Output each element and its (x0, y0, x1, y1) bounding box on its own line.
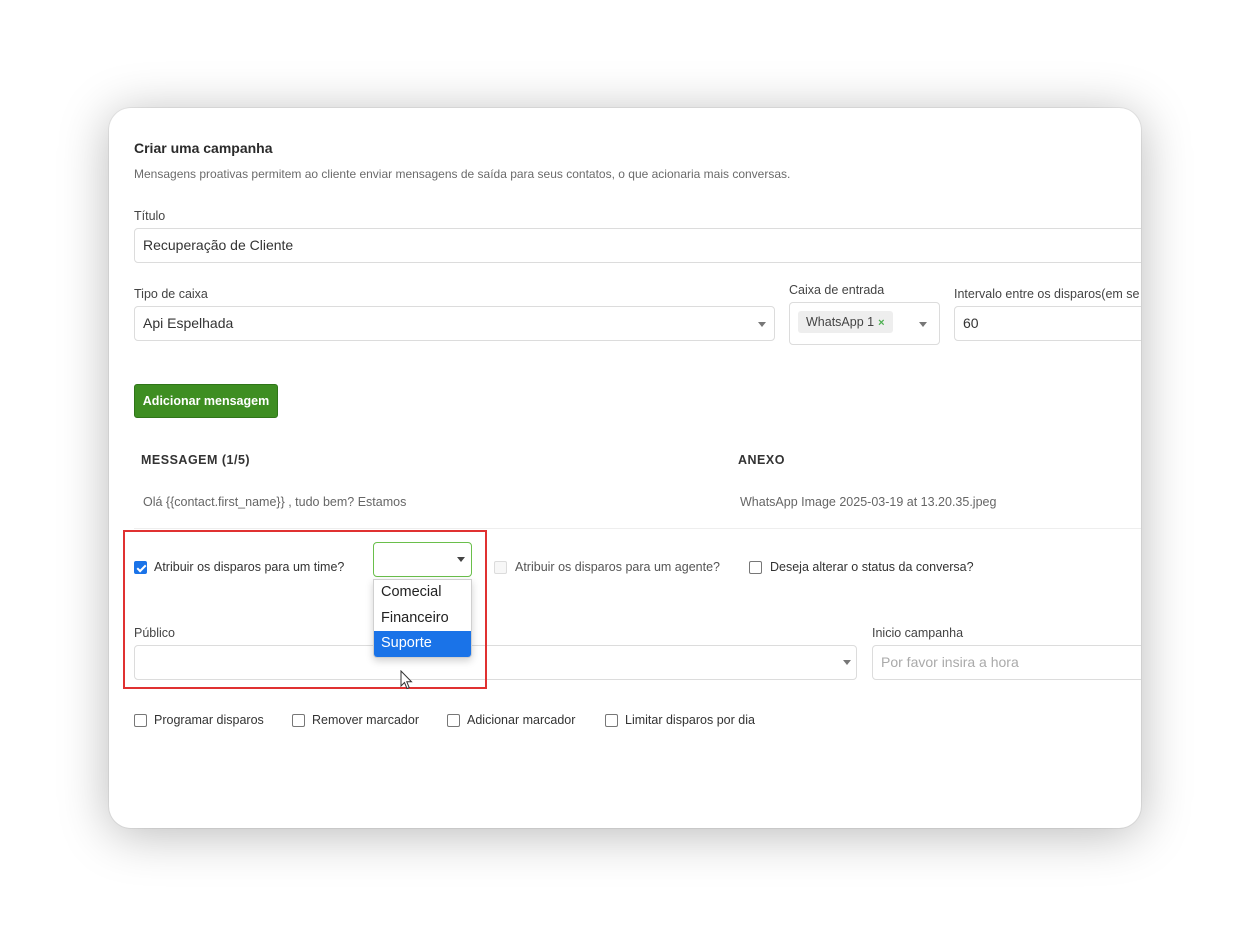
title-label: Título (134, 209, 166, 223)
team-dropdown: Comecial Financeiro Suporte (373, 579, 472, 658)
team-option-financeiro[interactable]: Financeiro (374, 606, 471, 632)
inbox-chip-label: WhatsApp 1 (806, 315, 875, 329)
change-status-checkbox[interactable] (749, 561, 762, 574)
assign-team-label: Atribuir os disparos para um time? (154, 560, 345, 574)
page-subtitle: Mensagens proativas permitem ao cliente … (134, 167, 791, 181)
chevron-down-icon (457, 557, 465, 562)
daily-limit-label: Limitar disparos por dia (625, 713, 755, 727)
schedule-checkbox[interactable] (134, 714, 147, 727)
team-option-comecial[interactable]: Comecial (374, 580, 471, 606)
message-column-header: MESSAGEM (1/5) (141, 453, 251, 467)
attachment-column-header: ANEXO (738, 453, 785, 467)
message-cell: Olá {{contact.first_name}} , tudo bem? E… (143, 495, 407, 509)
inbox-multiselect[interactable]: WhatsApp 1 × (789, 302, 940, 345)
campaign-modal: Criar uma campanha Mensagens proativas p… (109, 108, 1141, 828)
audience-label: Público (134, 626, 175, 640)
inbox-type-label: Tipo de caixa (134, 287, 208, 301)
audience-select[interactable] (134, 645, 857, 680)
page-title: Criar uma campanha (134, 140, 273, 156)
divider (134, 528, 1141, 529)
mouse-cursor-icon (400, 670, 413, 690)
remove-tag-checkbox[interactable] (292, 714, 305, 727)
title-input[interactable]: Recuperação de Cliente (134, 228, 1141, 263)
interval-input[interactable]: 60 (954, 306, 1141, 341)
chevron-down-icon (919, 322, 927, 327)
assign-agent-checkbox[interactable] (494, 561, 507, 574)
add-tag-checkbox[interactable] (447, 714, 460, 727)
inbox-type-value: Api Espelhada (143, 315, 234, 331)
add-message-button[interactable]: Adicionar mensagem (134, 384, 278, 418)
team-select[interactable] (373, 542, 472, 577)
chevron-down-icon (843, 660, 851, 665)
attachment-cell: WhatsApp Image 2025-03-19 at 13.20.35.jp… (740, 495, 997, 509)
remove-chip-icon[interactable]: × (878, 317, 884, 329)
schedule-label: Programar disparos (154, 713, 264, 727)
interval-label: Intervalo entre os disparos(em se (954, 287, 1140, 301)
add-tag-label: Adicionar marcador (467, 713, 576, 727)
inbox-label: Caixa de entrada (789, 283, 885, 297)
team-option-suporte[interactable]: Suporte (374, 631, 471, 657)
remove-tag-label: Remover marcador (312, 713, 419, 727)
inbox-type-select[interactable]: Api Espelhada (134, 306, 775, 341)
change-status-label: Deseja alterar o status da conversa? (770, 560, 974, 574)
start-label: Inicio campanha (872, 626, 964, 640)
start-time-input[interactable]: Por favor insira a hora (872, 645, 1141, 680)
inbox-chip: WhatsApp 1 × (798, 311, 893, 333)
chevron-down-icon (758, 322, 766, 327)
assign-agent-label: Atribuir os disparos para um agente? (515, 560, 720, 574)
assign-team-checkbox[interactable] (134, 561, 147, 574)
daily-limit-checkbox[interactable] (605, 714, 618, 727)
